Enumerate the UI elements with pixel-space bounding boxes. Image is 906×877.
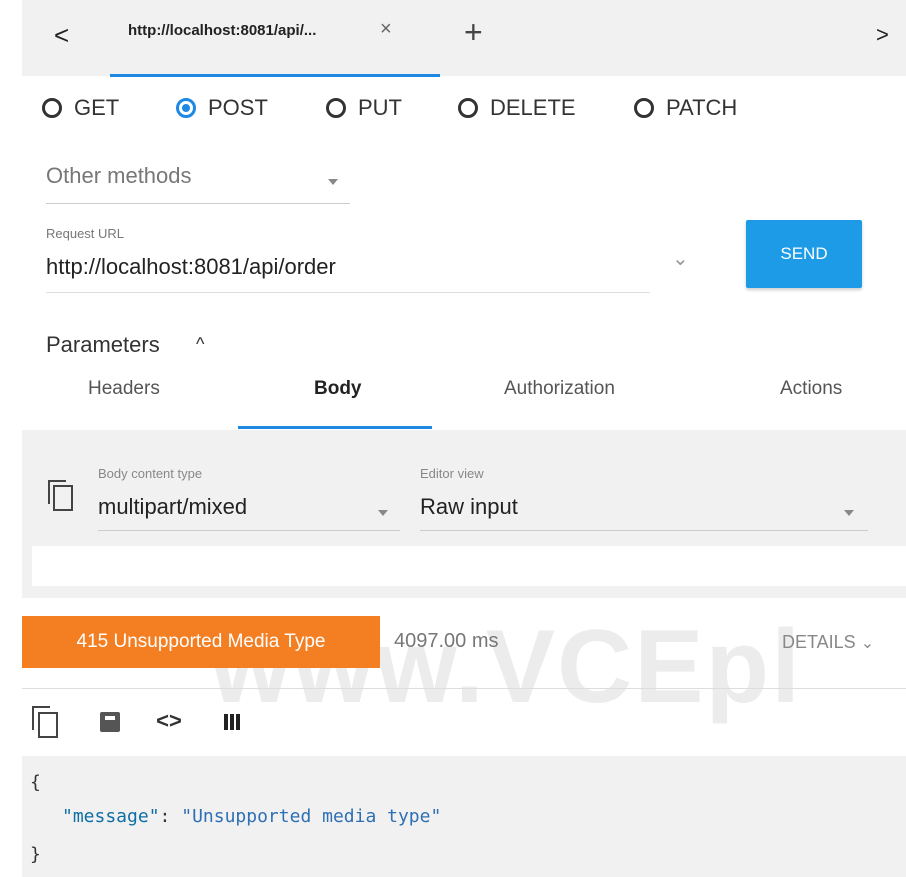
editor-view-select[interactable]: Raw input [420, 494, 868, 531]
radio-icon[interactable] [326, 98, 346, 118]
chevron-down-icon [328, 179, 338, 185]
tab-body[interactable]: Body [314, 378, 362, 400]
method-label: DELETE [490, 95, 576, 120]
method-label: PATCH [666, 95, 738, 120]
body-editor-panel: Body content type multipart/mixed Editor… [22, 430, 906, 598]
body-content-type-value: multipart/mixed [98, 494, 248, 519]
active-tab-indicator [238, 426, 432, 429]
response-time: 4097.00 ms [394, 630, 499, 652]
body-content-type-label: Body content type [98, 466, 203, 481]
chevron-down-icon[interactable]: ⌄ [672, 246, 689, 271]
divider [22, 688, 906, 689]
method-put[interactable]: PUT [326, 95, 402, 121]
radio-selected-icon[interactable] [176, 98, 196, 118]
code-view-icon[interactable]: <> [152, 704, 186, 740]
editor-view-label: Editor view [420, 466, 484, 481]
other-methods-dropdown[interactable]: Other methods [46, 163, 350, 204]
other-methods-label: Other methods [46, 163, 192, 188]
copy-icon[interactable] [26, 704, 60, 740]
method-label: POST [208, 95, 268, 120]
tab-authorization[interactable]: Authorization [504, 378, 615, 400]
json-value: "Unsupported media type" [181, 806, 442, 827]
tab-bar: < http://localhost:8081/api/... × + > [22, 0, 906, 77]
method-patch[interactable]: PATCH [634, 95, 737, 121]
status-badge: 415 Unsupported Media Type [22, 616, 380, 668]
send-button[interactable]: SEND [746, 220, 862, 288]
details-toggle[interactable]: DETAILS ⌄ [782, 632, 874, 653]
chevron-down-icon [378, 510, 388, 516]
request-url-label: Request URL [46, 226, 125, 241]
request-tab[interactable]: http://localhost:8081/api/... × [110, 0, 440, 77]
method-label: PUT [358, 95, 402, 120]
request-url-input[interactable]: http://localhost:8081/api/order [46, 254, 650, 293]
response-body: { "message": "Unsupported media type" } [22, 756, 906, 877]
columns-icon[interactable] [218, 704, 252, 740]
method-delete[interactable]: DELETE [458, 95, 576, 121]
chevron-up-icon[interactable]: ^ [196, 334, 204, 355]
radio-icon[interactable] [634, 98, 654, 118]
parameters-toggle[interactable]: Parameters [46, 332, 160, 358]
method-label: GET [74, 95, 120, 120]
close-icon[interactable]: × [380, 18, 392, 41]
code-brace-close: } [30, 844, 41, 865]
back-arrow-icon[interactable]: < [54, 0, 69, 70]
forward-arrow-icon[interactable]: > [876, 0, 889, 70]
body-input-area[interactable] [32, 546, 906, 586]
tab-title: http://localhost:8081/api/... [128, 22, 317, 39]
radio-icon[interactable] [42, 98, 62, 118]
editor-view-value: Raw input [420, 494, 518, 519]
radio-icon[interactable] [458, 98, 478, 118]
chevron-down-icon [844, 510, 854, 516]
method-post[interactable]: POST [176, 95, 268, 121]
save-icon[interactable] [92, 704, 126, 740]
body-content-type-select[interactable]: multipart/mixed [98, 494, 400, 531]
code-brace-open: { [30, 772, 41, 793]
copy-icon[interactable] [48, 480, 73, 511]
chevron-down-icon: ⌄ [860, 635, 875, 652]
add-tab-icon[interactable]: + [464, 14, 483, 51]
code-message-line: "message": "Unsupported media type" [62, 806, 442, 827]
parameter-tabs: Headers Body Authorization Actions [22, 362, 906, 430]
json-key: "message" [62, 806, 160, 827]
method-get[interactable]: GET [42, 95, 119, 121]
details-label: DETAILS [782, 632, 856, 652]
tab-actions[interactable]: Actions [780, 378, 842, 400]
tab-headers[interactable]: Headers [88, 378, 160, 400]
